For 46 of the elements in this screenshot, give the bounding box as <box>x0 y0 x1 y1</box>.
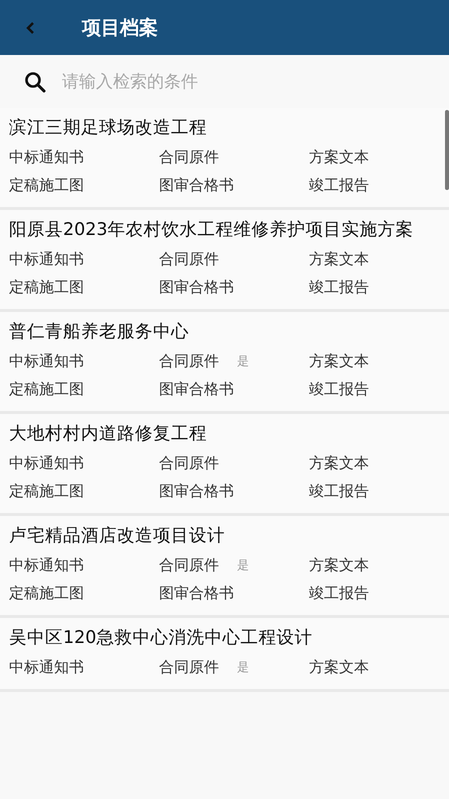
document-label: 竣工报告 <box>309 380 369 398</box>
document-label: 竣工报告 <box>309 482 369 500</box>
document-label: 方案文本 <box>309 556 369 574</box>
document-label: 图审合格书 <box>159 176 234 194</box>
document-label: 中标通知书 <box>9 658 84 676</box>
document-label: 中标通知书 <box>9 556 84 574</box>
search-field[interactable]: 请输入检索的条件 <box>62 72 392 92</box>
project-title: 普仁青船养老服务中心 <box>9 321 190 344</box>
document-label: 方案文本 <box>309 658 369 676</box>
status-text: 是 <box>237 352 249 370</box>
document-label: 图审合格书 <box>159 482 234 500</box>
document-label: 竣工报告 <box>309 176 369 194</box>
document-label: 合同原件 <box>159 658 219 676</box>
document-label: 方案文本 <box>309 148 369 166</box>
document-label: 中标通知书 <box>9 250 84 268</box>
document-label: 定稿施工图 <box>9 482 84 500</box>
document-label: 竣工报告 <box>309 278 369 296</box>
page-title: 项目档案 <box>82 16 158 40</box>
project-title: 滨江三期足球场改造工程 <box>9 117 208 140</box>
document-label: 合同原件 <box>159 352 219 370</box>
document-label: 定稿施工图 <box>9 278 84 296</box>
project-title: 阳原县2023年农村饮水工程维修养护项目实施方案 <box>9 219 415 242</box>
back-icon <box>25 20 35 34</box>
project-title: 大地村村内道路修复工程 <box>9 423 208 446</box>
document-label: 合同原件 <box>159 454 219 472</box>
document-label: 中标通知书 <box>9 352 84 370</box>
document-label: 中标通知书 <box>9 454 84 472</box>
document-label: 方案文本 <box>309 454 369 472</box>
document-label: 中标通知书 <box>9 148 84 166</box>
status-text: 是 <box>237 658 249 676</box>
document-label: 合同原件 <box>159 148 219 166</box>
document-label: 竣工报告 <box>309 584 369 602</box>
document-label: 定稿施工图 <box>9 584 84 602</box>
status-text: 是 <box>237 556 249 574</box>
document-label: 图审合格书 <box>159 380 234 398</box>
document-label: 定稿施工图 <box>9 380 84 398</box>
document-label: 方案文本 <box>309 352 369 370</box>
document-label: 方案文本 <box>309 250 369 268</box>
document-label: 合同原件 <box>159 556 219 574</box>
project-title: 卢宅精品酒店改造项目设计 <box>9 525 226 548</box>
document-label: 定稿施工图 <box>9 176 84 194</box>
document-label: 图审合格书 <box>159 584 234 602</box>
document-label: 合同原件 <box>159 250 219 268</box>
document-label: 图审合格书 <box>159 278 234 296</box>
project-title: 吴中区120急救中心消洗中心工程设计 <box>9 627 314 650</box>
search-icon <box>24 70 46 92</box>
